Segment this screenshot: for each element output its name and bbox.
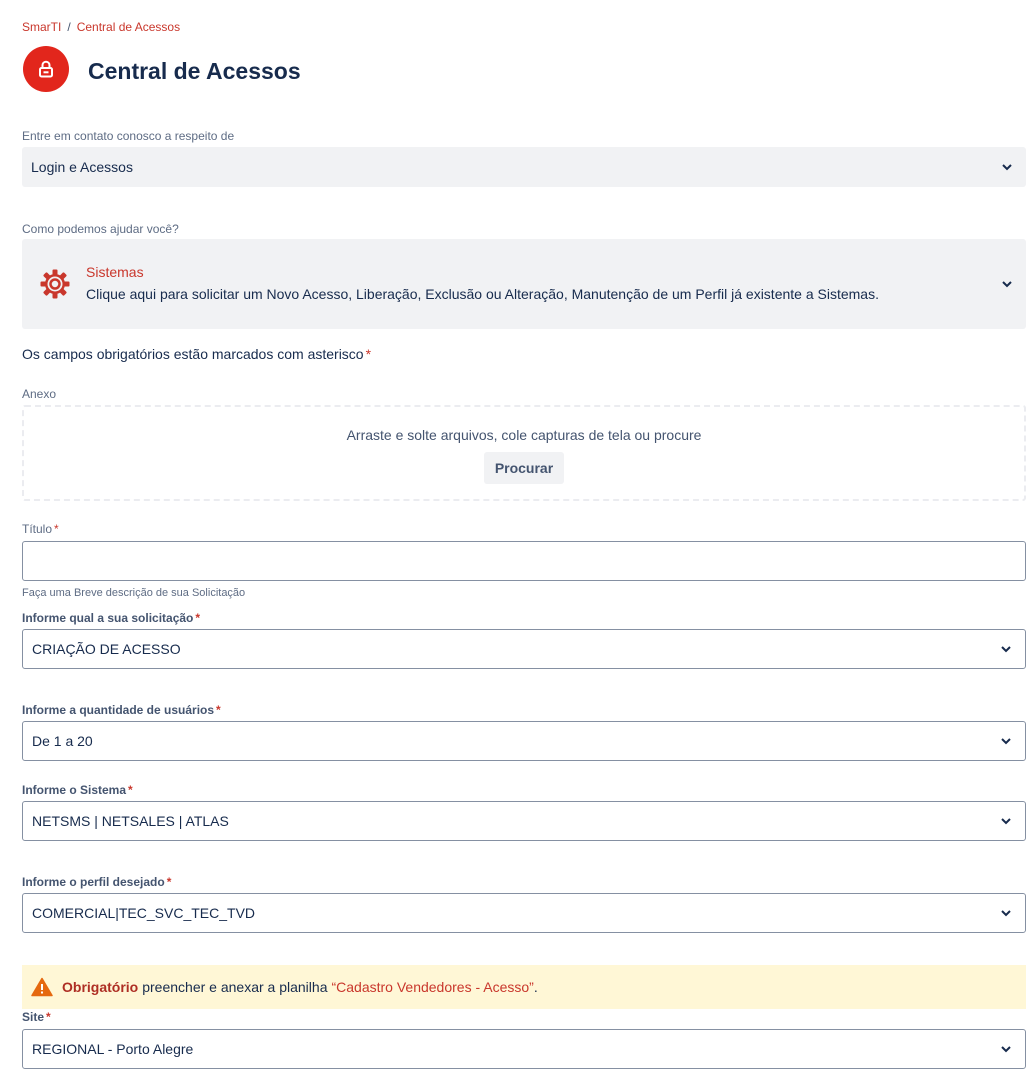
request-type-select[interactable]: Sistemas Clique aqui para solicitar um N… <box>22 239 1026 329</box>
warning-end-punct: . <box>533 979 538 995</box>
required-note: Os campos obrigatórios estão marcados co… <box>22 346 371 362</box>
system-select-value: NETSMS | NETSALES | ATLAS <box>32 813 229 829</box>
breadcrumb-root-link[interactable]: SmarTI <box>22 20 61 34</box>
gear-icon <box>40 269 70 299</box>
system-select[interactable]: NETSMS | NETSALES | ATLAS <box>22 801 1026 841</box>
lock-icon <box>23 46 69 92</box>
profile-label-text: Informe o perfil desejado <box>22 875 165 889</box>
chevron-down-icon <box>1001 738 1011 745</box>
warning-spreadsheet-link[interactable]: “Cadastro Vendedores - Acesso” <box>331 979 533 995</box>
contact-select[interactable]: Login e Acessos <box>22 147 1026 187</box>
required-asterisk: * <box>166 875 172 889</box>
profile-select[interactable]: COMERCIAL|TEC_SVC_TEC_TVD <box>22 893 1026 933</box>
breadcrumb: SmarTI / Central de Acessos <box>22 20 180 34</box>
users-field-label: Informe a quantidade de usuários * <box>22 703 221 717</box>
title-helper-text: Faça uma Breve descrição de sua Solicita… <box>22 587 246 599</box>
request-field-label: Informe qual a sua solicitação * <box>22 611 200 625</box>
required-asterisk: * <box>365 346 372 362</box>
page-title: Central de Acessos <box>88 58 301 84</box>
required-asterisk: * <box>195 611 201 625</box>
warning-strong-text: Obrigatório <box>62 979 139 995</box>
request-type-title: Sistemas <box>86 264 144 280</box>
warning-text: preencher e anexar a planilha <box>142 979 328 995</box>
chevron-down-icon <box>1001 910 1011 917</box>
dropzone-text: Arraste e solte arquivos, cole capturas … <box>346 427 702 443</box>
attachment-label: Anexo <box>22 387 57 401</box>
profile-select-value: COMERCIAL|TEC_SVC_TEC_TVD <box>32 905 256 921</box>
required-asterisk: * <box>216 703 221 717</box>
title-label-text: Título <box>22 522 53 536</box>
title-input[interactable] <box>22 541 1026 581</box>
chevron-down-icon <box>1001 818 1011 825</box>
site-select-value: REGIONAL - Porto Alegre <box>32 1041 194 1057</box>
title-field-label: Título * <box>22 522 59 536</box>
required-asterisk: * <box>46 1010 51 1024</box>
chevron-down-icon <box>1002 281 1012 288</box>
attachment-dropzone[interactable]: Arraste e solte arquivos, cole capturas … <box>22 405 1026 501</box>
chevron-down-icon <box>1002 164 1012 171</box>
site-select[interactable]: REGIONAL - Porto Alegre <box>22 1029 1026 1069</box>
request-label-text: Informe qual a sua solicitação <box>22 611 194 625</box>
request-select[interactable]: CRIAÇÃO DE ACESSO <box>22 629 1026 669</box>
breadcrumb-separator: / <box>67 20 71 34</box>
contact-select-value: Login e Acessos <box>31 159 133 175</box>
breadcrumb-current-link[interactable]: Central de Acessos <box>77 20 180 34</box>
profile-field-label: Informe o perfil desejado * <box>22 875 171 889</box>
request-select-value: CRIAÇÃO DE ACESSO <box>32 641 181 657</box>
site-label-text: Site <box>22 1010 45 1024</box>
required-asterisk: * <box>128 783 133 797</box>
help-label: Como podemos ajudar você? <box>22 222 179 236</box>
required-asterisk: * <box>54 522 59 536</box>
users-label-text: Informe a quantidade de usuários <box>22 703 215 717</box>
browse-button[interactable]: Procurar <box>484 452 564 484</box>
request-type-description: Clique aqui para solicitar um Novo Acess… <box>86 286 879 302</box>
chevron-down-icon <box>1001 646 1011 653</box>
site-field-label: Site * <box>22 1010 51 1024</box>
system-label-text: Informe o Sistema <box>22 783 127 797</box>
required-note-text: Os campos obrigatórios estão marcados co… <box>22 346 364 362</box>
contact-label: Entre em contato conosco a respeito de <box>22 129 235 143</box>
system-field-label: Informe o Sistema * <box>22 783 133 797</box>
warning-banner: Obrigatório preencher e anexar a planilh… <box>22 965 1026 1009</box>
warning-icon <box>31 977 53 997</box>
users-select[interactable]: De 1 a 20 <box>22 721 1026 761</box>
chevron-down-icon <box>1001 1046 1011 1053</box>
users-select-value: De 1 a 20 <box>32 733 93 749</box>
